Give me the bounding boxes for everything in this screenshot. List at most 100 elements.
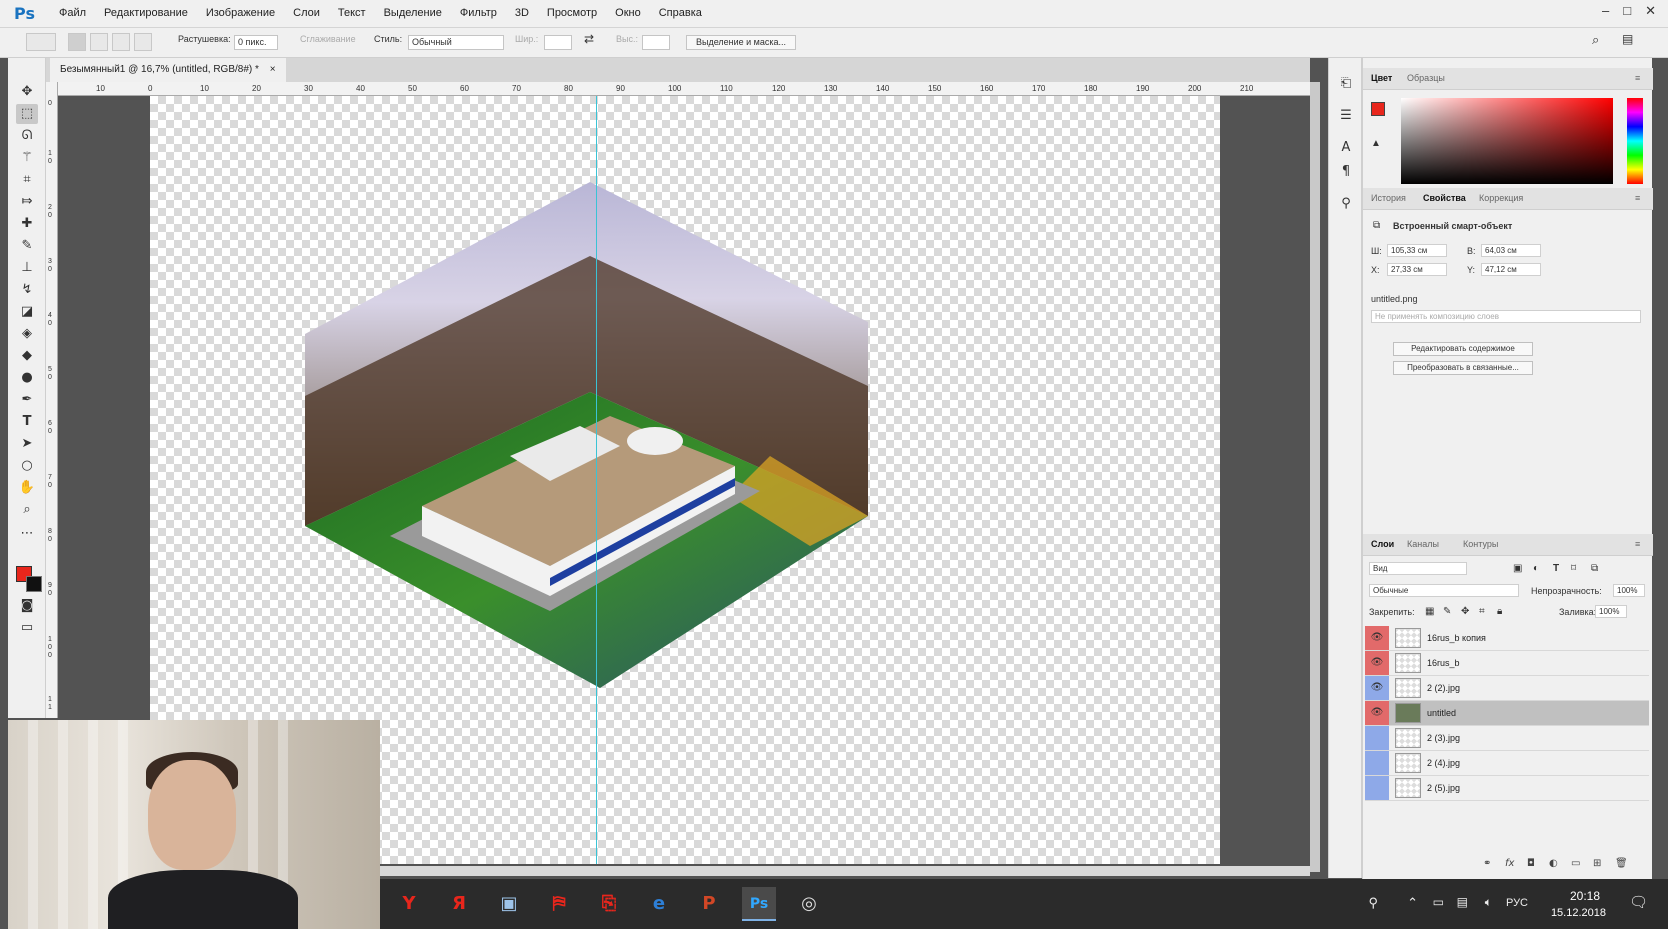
move-tool-icon[interactable]: ✥ — [16, 82, 38, 102]
menu-text[interactable]: Текст — [329, 7, 375, 19]
link-layers-icon[interactable]: ⚭ — [1483, 858, 1491, 869]
menu-image[interactable]: Изображение — [197, 7, 284, 19]
brush-panel-icon[interactable]: ⚲ — [1337, 196, 1355, 214]
lock-position-icon[interactable]: ✥ — [1461, 606, 1469, 617]
battery-icon[interactable]: ▭ — [1433, 895, 1444, 909]
visibility-toggle[interactable] — [1365, 751, 1389, 775]
layer-row[interactable]: 👁︎ 2 (2).jpg — [1365, 676, 1649, 701]
quick-mask-icon[interactable]: ◙ — [16, 596, 38, 616]
layer-row-selected[interactable]: 👁︎ untitled — [1365, 701, 1649, 726]
pen-tool-icon[interactable]: ✒ — [16, 390, 38, 410]
eye-icon[interactable]: 👁︎ — [1365, 651, 1389, 675]
feather-field[interactable]: 0 пикс. — [234, 35, 278, 50]
taskbar-yandex-browser[interactable]: Y — [392, 887, 426, 921]
width-field[interactable]: 105,33 см — [1387, 244, 1447, 257]
blur-tool-icon[interactable]: ◆ — [16, 346, 38, 366]
zoom-tool-icon[interactable]: ⌕ — [16, 500, 38, 520]
taskbar-yandex[interactable]: Я — [442, 887, 476, 921]
document-tab[interactable]: Безымянный1 @ 16,7% (untitled, RGB/8#) *… — [50, 58, 286, 82]
eye-icon[interactable]: 👁︎ — [1365, 676, 1389, 700]
menu-file[interactable]: Файл — [50, 7, 95, 19]
intersect-selection-button[interactable] — [134, 33, 152, 51]
history-panel-icon[interactable]: ⎗ — [1337, 76, 1355, 94]
horizontal-scrollbar[interactable] — [380, 866, 1310, 876]
lasso-tool-icon[interactable]: ᘏ — [16, 126, 38, 146]
blend-mode-select[interactable]: Обычные — [1369, 584, 1519, 597]
panel-menu-icon[interactable]: ≡ — [1635, 193, 1640, 203]
vertical-guide[interactable] — [596, 96, 597, 864]
language-indicator[interactable]: РУС — [1506, 897, 1528, 909]
more-tools-icon[interactable]: ⋯ — [16, 524, 38, 544]
filter-adjustment-icon[interactable]: ◐ — [1533, 563, 1539, 574]
new-selection-button[interactable] — [68, 33, 86, 51]
trash-icon[interactable]: 🗑︎ — [1615, 858, 1628, 869]
height-field[interactable] — [642, 35, 670, 50]
taskbar-explorer[interactable]: ▣ — [492, 887, 526, 921]
hue-slider[interactable] — [1627, 98, 1643, 184]
lock-pixels-icon[interactable]: ✎ — [1443, 606, 1451, 617]
tab-color[interactable]: Цвет — [1371, 73, 1392, 83]
lock-transparent-icon[interactable]: ▦ — [1425, 606, 1434, 617]
workspace-icon[interactable]: ▤ — [1622, 32, 1633, 46]
new-layer-icon[interactable]: ⊞ — [1593, 858, 1601, 869]
height-field[interactable]: 64,03 см — [1481, 244, 1541, 257]
antialias-checkbox[interactable]: Сглаживание — [300, 34, 356, 44]
filter-type-icon[interactable]: T — [1553, 563, 1559, 574]
layer-row[interactable]: 👁︎ 16rus_b — [1365, 651, 1649, 676]
paint-bucket-tool-icon[interactable]: ◈ — [16, 324, 38, 344]
healing-brush-tool-icon[interactable]: ✚ — [16, 214, 38, 234]
add-mask-icon[interactable]: ◘ — [1527, 858, 1535, 869]
dodge-tool-icon[interactable]: ● — [16, 368, 38, 388]
paragraph-panel-icon[interactable]: ¶ — [1337, 164, 1355, 182]
stamp-tool-icon[interactable]: ⊥ — [16, 258, 38, 278]
marquee-tool-icon[interactable]: ⬚ — [16, 104, 38, 124]
chevron-up-icon[interactable]: ⌃ — [1407, 895, 1418, 911]
brush-tool-icon[interactable]: ✎ — [16, 236, 38, 256]
swap-icon[interactable]: ⇄ — [584, 32, 594, 46]
eyedropper-tool-icon[interactable]: ⤇ — [16, 192, 38, 212]
opacity-field[interactable]: 100% — [1613, 584, 1645, 597]
gamut-warning-icon[interactable]: ▲ — [1371, 138, 1381, 149]
taskbar-photoshop[interactable]: Ps — [742, 887, 776, 921]
menu-help[interactable]: Справка — [650, 7, 711, 19]
taskbar-app-red[interactable]: ⛿ — [542, 887, 576, 921]
filter-pixel-icon[interactable]: ▣ — [1513, 563, 1522, 574]
people-icon[interactable]: ⚲ — [1368, 895, 1378, 911]
eraser-tool-icon[interactable]: ◪ — [16, 302, 38, 322]
panel-menu-icon[interactable]: ≡ — [1635, 73, 1640, 83]
convert-to-linked-button[interactable]: Преобразовать в связанные... — [1393, 361, 1533, 375]
layer-row[interactable]: 2 (3).jpg — [1365, 726, 1649, 751]
foreground-color-swatch[interactable] — [1371, 102, 1385, 116]
filter-shape-icon[interactable]: ⌑ — [1571, 563, 1576, 574]
layer-row[interactable]: 2 (5).jpg — [1365, 776, 1649, 801]
maximize-icon[interactable]: □ — [1623, 3, 1631, 19]
screen-mode-icon[interactable]: ▭ — [16, 618, 38, 638]
fx-icon[interactable]: fx — [1505, 858, 1514, 869]
tab-swatches[interactable]: Образцы — [1407, 73, 1445, 83]
path-selection-tool-icon[interactable]: ➤ — [16, 434, 38, 454]
layer-comp-select[interactable]: Не применять композицию слоев — [1371, 310, 1641, 323]
panel-menu-icon[interactable]: ≡ — [1635, 539, 1640, 549]
search-icon[interactable]: ⌕ — [1592, 32, 1599, 48]
close-icon[interactable]: ✕ — [1645, 3, 1656, 19]
eye-icon[interactable]: 👁︎ — [1365, 701, 1389, 725]
tab-channels[interactable]: Каналы — [1407, 539, 1439, 549]
taskbar-pdf[interactable]: ⎘ — [592, 887, 626, 921]
menu-view[interactable]: Просмотр — [538, 7, 606, 19]
select-and-mask-button[interactable]: Выделение и маска... — [686, 35, 796, 50]
minimize-icon[interactable]: – — [1602, 3, 1609, 19]
adjustments-panel-icon[interactable]: ☰ — [1337, 108, 1355, 126]
menu-filter[interactable]: Фильтр — [451, 7, 506, 19]
network-icon[interactable]: ▤ — [1457, 895, 1468, 909]
background-color-swatch[interactable] — [26, 576, 42, 592]
notifications-icon[interactable]: 🗨︎ — [1629, 893, 1648, 911]
taskbar-obs[interactable]: ◎ — [792, 887, 826, 921]
crop-tool-icon[interactable]: ⌗ — [16, 170, 38, 190]
clock-time[interactable]: 20:18 — [1570, 889, 1600, 903]
eye-icon[interactable]: 👁︎ — [1365, 626, 1389, 650]
subtract-selection-button[interactable] — [112, 33, 130, 51]
add-selection-button[interactable] — [90, 33, 108, 51]
character-panel-icon[interactable]: A — [1337, 140, 1355, 158]
x-field[interactable]: 27,33 см — [1387, 263, 1447, 276]
vertical-scrollbar[interactable] — [1310, 82, 1320, 872]
